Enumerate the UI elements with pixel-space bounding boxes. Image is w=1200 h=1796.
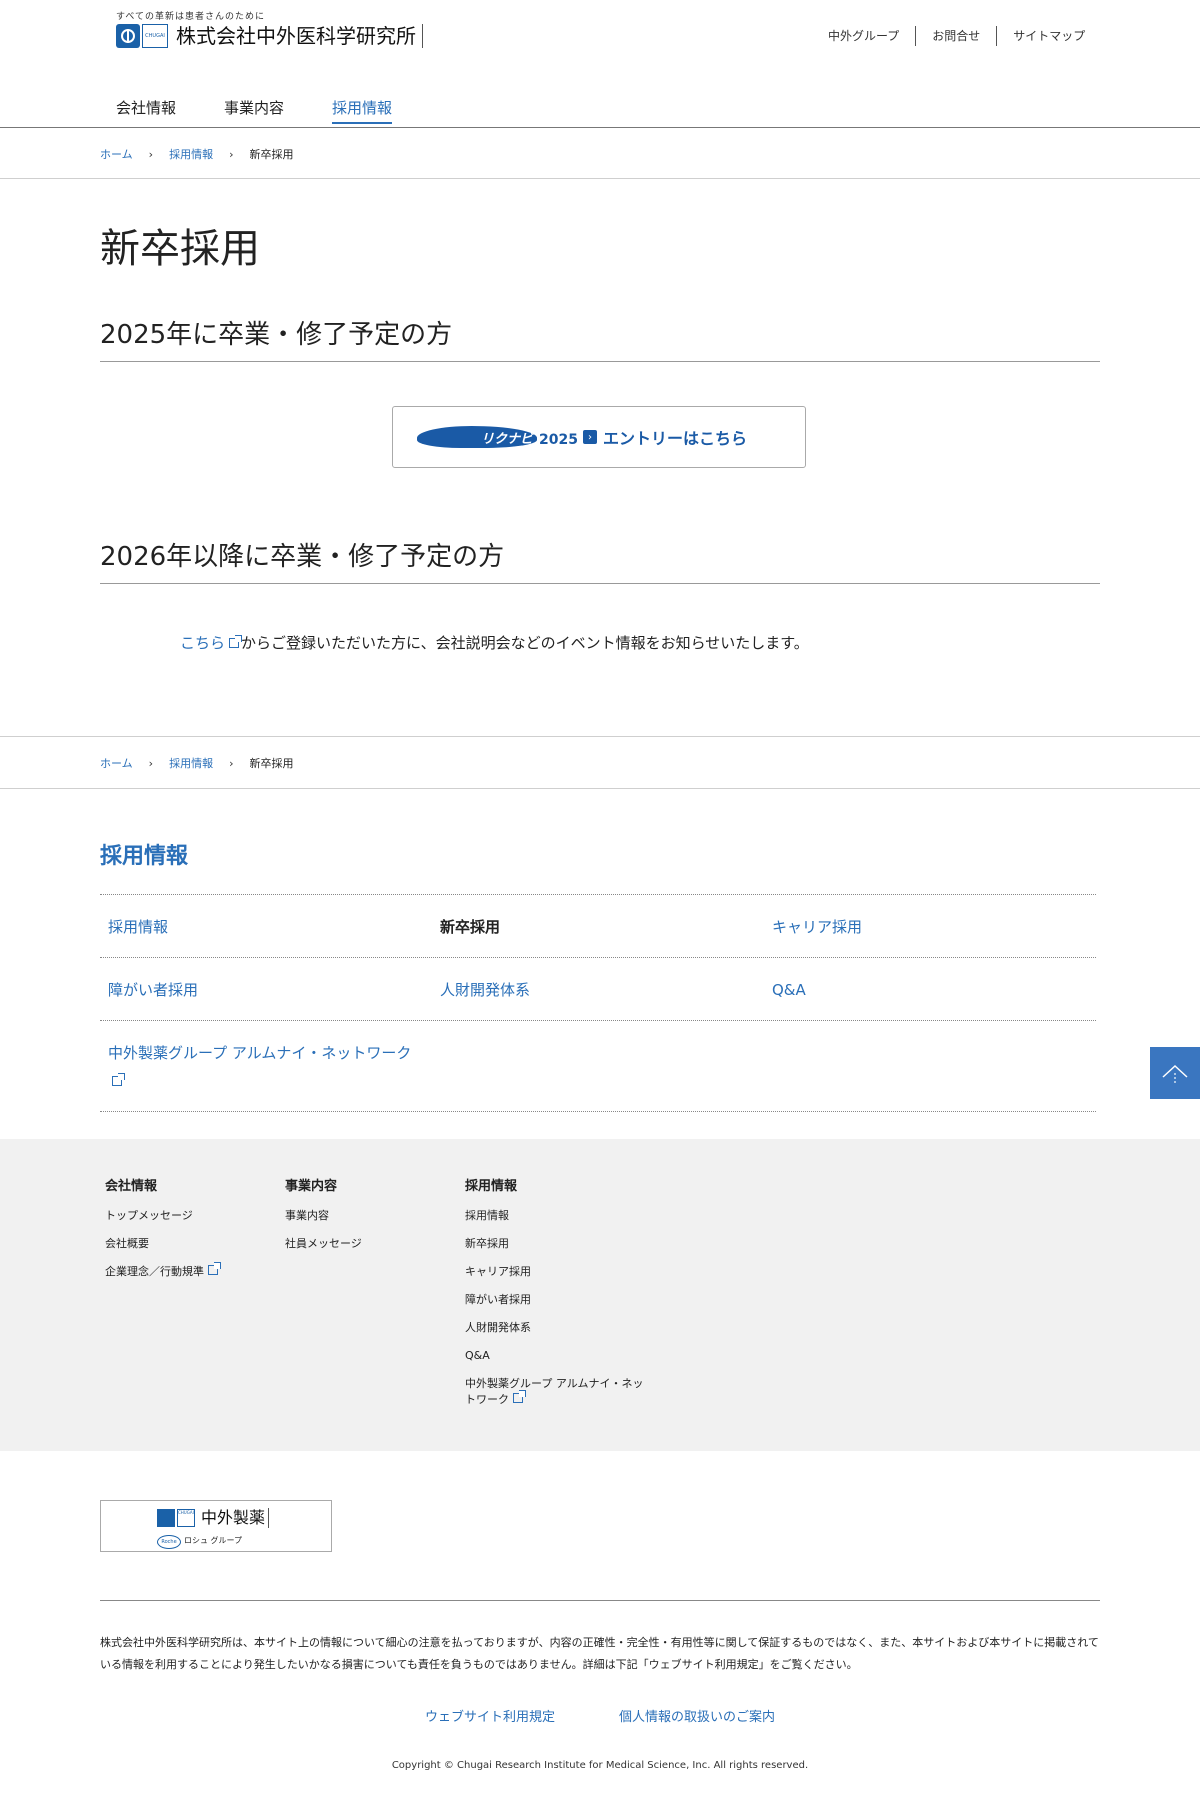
recruit-menu-career[interactable]: キャリア採用 [764, 895, 1096, 957]
footer-link[interactable]: 中外製薬グループ アルムナイ・ネットワーク [465, 1376, 645, 1408]
footer-link[interactable]: 企業理念／行動規準 [105, 1262, 221, 1280]
chugai-wordmark: CHUGAI [142, 24, 168, 48]
recruit-menu-row: 中外製薬グループ アルムナイ・ネットワーク [100, 1021, 1096, 1112]
footer-col-heading: 会社情報 [105, 1179, 158, 1194]
recruit-menu-new-grad: 新卒採用 [440, 918, 501, 936]
page-title: 新卒採用 [100, 226, 260, 272]
external-link-icon [208, 1262, 221, 1275]
global-nav: 会社情報 事業内容 採用情報 [116, 97, 440, 124]
footer-link[interactable]: 人財開発体系 [465, 1320, 645, 1336]
breadcrumb-current: 新卒採用 [249, 148, 294, 161]
recruit-menu-alumni[interactable]: 中外製薬グループ アルムナイ・ネットワーク [100, 1021, 432, 1111]
footer-link[interactable]: 会社概要 [105, 1236, 220, 1252]
chugai-logo-icon [116, 24, 140, 48]
recruit-menu-row: 障がい者採用 人財開発体系 Q&A [100, 958, 1096, 1021]
rikunabi-logo: リクナビ 2025 [417, 420, 578, 454]
footer-link[interactable]: 採用情報 [465, 1208, 645, 1224]
chevron-right-icon: › [148, 756, 154, 770]
util-link-group[interactable]: 中外グループ [812, 26, 915, 46]
footer-col-business: 事業内容 事業内容 社員メッセージ [285, 1175, 362, 1264]
footer-link[interactable]: 事業内容 [285, 1208, 362, 1224]
recruit-menu-disability[interactable]: 障がい者採用 [100, 958, 432, 1020]
footer-col-company: 会社情報 トップメッセージ 会社概要 企業理念／行動規準 [105, 1175, 221, 1292]
nav-recruit[interactable]: 採用情報 [332, 97, 393, 124]
external-link-icon [229, 635, 243, 648]
utility-links: 中外グループ お問合せ サイトマップ [812, 26, 1101, 46]
recruit-menu-grid: 採用情報 新卒採用 キャリア採用 障がい者採用 人財開発体系 Q&A 中外製薬グ… [100, 894, 1096, 1112]
entry-label: エントリーはこちら [603, 429, 748, 448]
chevron-right-icon: › [229, 147, 234, 161]
arrow-right-icon: › [583, 430, 597, 444]
external-link-icon [513, 1390, 526, 1403]
chevron-right-icon: › [148, 147, 154, 161]
footer-link[interactable]: トップメッセージ [105, 1208, 220, 1224]
register-link-label: こちら [180, 634, 226, 652]
footer-link[interactable]: 新卒採用 [465, 1236, 645, 1252]
breadcrumb-bottom-divider [0, 788, 1200, 789]
section-heading-2026: 2026年以降に卒業・修了予定の方 [100, 536, 1100, 584]
external-link-icon [112, 1073, 125, 1086]
footer-link[interactable]: 障がい者採用 [465, 1292, 645, 1308]
footer-col-heading: 事業内容 [285, 1179, 338, 1194]
company-name: 株式会社中外医科学研究所 [176, 24, 423, 48]
nav-company[interactable]: 会社情報 [116, 97, 176, 124]
recruit-menu-row: 採用情報 新卒採用 キャリア採用 [100, 895, 1096, 958]
breadcrumb-home[interactable]: ホーム [100, 755, 133, 771]
chugai-pharma-logo-link[interactable]: CHUGAI 中外製薬 Roche ロシュ グループ [100, 1500, 332, 1552]
arrow-up-icon [1162, 1064, 1188, 1083]
recruit-menu-qa[interactable]: Q&A [764, 958, 1096, 1020]
register-paragraph: こちら からご登録いただいた方に、会社説明会などのイベント情報をお知らせいたしま… [180, 632, 809, 653]
register-text: からご登録いただいた方に、会社説明会などのイベント情報をお知らせいたします。 [241, 634, 809, 652]
recruit-menu-alumni-label: 中外製薬グループ アルムナイ・ネットワーク [108, 1044, 412, 1062]
chugai-pharma-name: 中外製薬 [201, 1508, 270, 1528]
util-link-sitemap[interactable]: サイトマップ [996, 26, 1101, 46]
breadcrumb-bottom: ホーム › 採用情報 › 新卒採用 [100, 755, 293, 771]
footer-link-label: 中外製薬グループ アルムナイ・ネットワーク [465, 1377, 644, 1406]
page-top-button[interactable] [1150, 1047, 1200, 1099]
section-heading-2025: 2025年に卒業・修了予定の方 [100, 314, 1100, 362]
chevron-right-icon: › [229, 756, 234, 770]
chugai-wordmark: CHUGAI [177, 1509, 195, 1527]
footer-link-label: 企業理念／行動規準 [105, 1265, 204, 1278]
copyright: Copyright © Chugai Research Institute fo… [391, 1760, 809, 1771]
footer-col-heading: 採用情報 [465, 1179, 518, 1194]
breadcrumb-divider [0, 178, 1200, 179]
site-logo[interactable]: CHUGAI 株式会社中外医科学研究所 [116, 24, 423, 48]
header-divider [0, 127, 1200, 128]
nav-business[interactable]: 事業内容 [224, 97, 284, 124]
disclaimer: 株式会社中外医科学研究所は、本サイト上の情報について細心の注意を払っておりますが… [100, 1636, 1099, 1671]
footer-col-recruit: 採用情報 採用情報 新卒採用 キャリア採用 障がい者採用 人財開発体系 Q&A … [465, 1175, 645, 1420]
footer-link[interactable]: 社員メッセージ [285, 1236, 362, 1252]
register-link[interactable]: こちら [180, 632, 243, 653]
footer-divider [100, 1600, 1100, 1601]
breadcrumb-recruit[interactable]: 採用情報 [169, 755, 213, 771]
footer-nav: 会社情報 トップメッセージ 会社概要 企業理念／行動規準 事業内容 事業内容 社… [0, 1139, 1200, 1451]
footer-link-terms[interactable]: ウェブサイト利用規定 [425, 1706, 555, 1725]
footer-link[interactable]: キャリア採用 [465, 1264, 645, 1280]
breadcrumb-bottom-top-divider [0, 736, 1200, 737]
rikunabi-logo-year: 2025 [539, 432, 578, 448]
util-link-contact[interactable]: お問合せ [915, 26, 996, 46]
breadcrumb-recruit[interactable]: 採用情報 [169, 146, 213, 162]
breadcrumb-home[interactable]: ホーム [100, 146, 133, 162]
footer-link-privacy[interactable]: 個人情報の取扱いのご案内 [619, 1706, 775, 1725]
tagline: すべての革新は患者さんのために [116, 12, 266, 22]
chugai-logo-icon [157, 1509, 175, 1527]
recruit-menu-hr-development[interactable]: 人財開発体系 [432, 958, 764, 1020]
rikunabi-logo-text: リクナビ [481, 432, 534, 447]
footer-links: ウェブサイト利用規定 個人情報の取扱いのご案内 [0, 1706, 1200, 1725]
roche-group-label: ロシュ グループ [184, 1536, 243, 1545]
recruit-menu-heading: 採用情報 [100, 844, 189, 869]
footer-link[interactable]: Q&A [465, 1348, 645, 1364]
rikunabi-entry-button[interactable]: リクナビ 2025 › エントリーはこちら [392, 406, 806, 468]
roche-logo-icon: Roche [157, 1535, 181, 1549]
recruit-menu-recruit-info[interactable]: 採用情報 [100, 895, 432, 957]
breadcrumb: ホーム › 採用情報 › 新卒採用 [100, 146, 293, 162]
breadcrumb-current: 新卒採用 [249, 757, 294, 770]
